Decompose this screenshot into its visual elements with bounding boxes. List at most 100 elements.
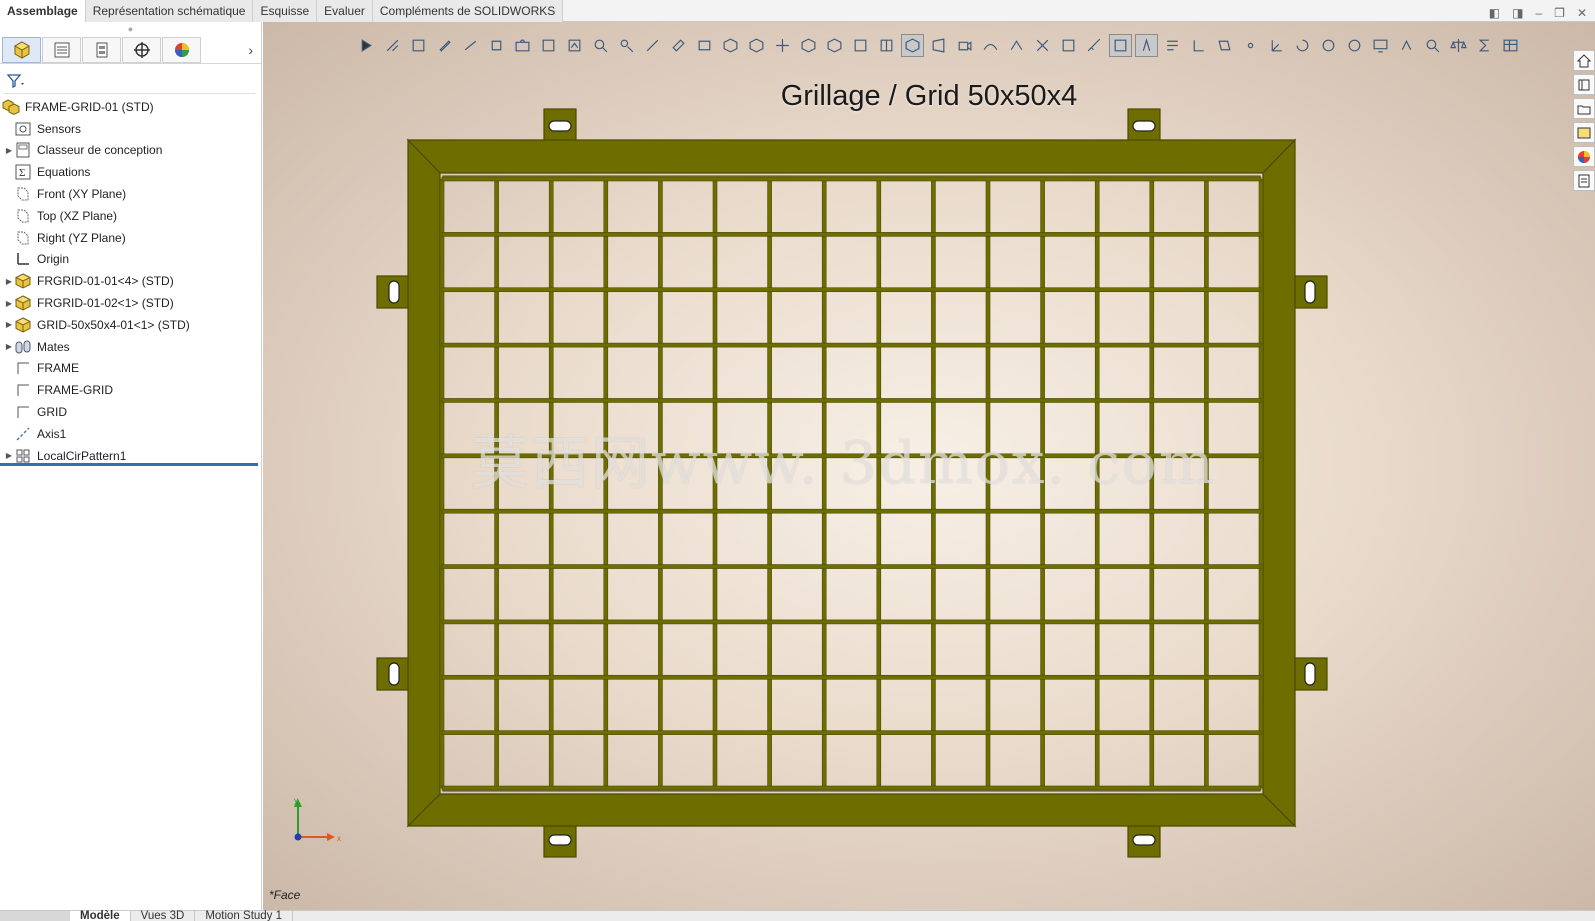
grid-bar-horizontal[interactable] [441, 674, 1262, 680]
tree-item-mates[interactable]: ▶ Mates [0, 336, 261, 358]
triad-x-label: x [337, 834, 341, 843]
grid-bar-vertical[interactable] [1258, 178, 1264, 789]
file-explorer-icon[interactable] [1573, 98, 1595, 119]
rollback-bar[interactable] [0, 463, 258, 466]
tree-filter[interactable] [4, 68, 255, 94]
tree-root-assembly[interactable]: FRAME-GRID-01 (STD) [0, 96, 261, 118]
close-icon[interactable]: ✕ [1577, 6, 1587, 20]
configuration-manager-tab[interactable] [82, 36, 121, 63]
tree-item-frame-grid[interactable]: FRAME-GRID [0, 379, 261, 401]
grid-bar-horizontal[interactable] [441, 508, 1262, 514]
slot-hole[interactable] [388, 280, 400, 304]
tree-item-label: FRAME [37, 361, 79, 376]
tab-assemblage[interactable]: Assemblage [0, 0, 86, 22]
tab-scroll-arrows[interactable] [0, 911, 70, 921]
grid-bar-horizontal[interactable] [441, 398, 1262, 403]
tree-item-front-xy-plane[interactable]: Front (XY Plane) [0, 183, 261, 205]
tree-item-label: Front (XY Plane) [37, 187, 127, 202]
tree-item-origin[interactable]: Origin [0, 249, 261, 271]
tree-item-equations[interactable]: Σ Equations [0, 161, 261, 183]
slot-hole[interactable] [1304, 662, 1316, 686]
chevron-right-icon[interactable]: › [248, 42, 253, 58]
tab-vues-3d[interactable]: Vues 3D [131, 910, 196, 921]
display-manager-tab[interactable] [162, 36, 201, 63]
tab-esquisse[interactable]: Esquisse [253, 0, 318, 22]
grid-bar-horizontal[interactable] [441, 287, 1262, 293]
tree-item-label: Mates [37, 339, 70, 354]
frame-member-bottom[interactable] [406, 793, 1297, 827]
expand-arrow-icon[interactable]: ▶ [4, 299, 14, 308]
graphics-area[interactable]: Grillage / Grid 50x50x4 莫西网www. 3dmox. c… [263, 22, 1595, 910]
tree-item-classeur-de-conception[interactable]: ▶ Classeur de conception [0, 140, 261, 162]
tree-item-frame[interactable]: FRAME [0, 358, 261, 380]
dimxpert-tab[interactable] [122, 36, 161, 63]
part-icon [14, 316, 32, 334]
view-palette-icon[interactable] [1573, 122, 1595, 143]
property-manager-tab[interactable] [42, 36, 81, 63]
tree-item-sensors[interactable]: Sensors [0, 118, 261, 140]
tree-item-frgrid-01-02-1-std[interactable]: ▶ FRGRID-01-02<1> (STD) [0, 292, 261, 314]
tree-item-frgrid-01-01-4-std[interactable]: ▶ FRGRID-01-01<4> (STD) [0, 270, 261, 292]
tab-evaluer[interactable]: Evaluer [317, 0, 373, 22]
slot-hole[interactable] [1304, 280, 1316, 304]
tree-item-label: Equations [37, 165, 91, 180]
tree-item-right-yz-plane[interactable]: Right (YZ Plane) [0, 227, 261, 249]
expand-arrow-icon[interactable]: ▶ [4, 320, 14, 329]
design-binder-icon [14, 141, 32, 159]
tree-item-label: LocalCirPattern1 [37, 448, 127, 463]
sensors-icon [14, 120, 32, 138]
grid-bar-vertical[interactable] [439, 178, 445, 789]
grid-bar-horizontal[interactable] [441, 619, 1262, 625]
slot-hole[interactable] [548, 834, 572, 846]
tree-item-label: GRID-50x50x4-01<1> (STD) [37, 317, 190, 332]
slot-hole[interactable] [1132, 120, 1156, 132]
feature-manager-tab[interactable] [2, 36, 41, 63]
frame-member-left[interactable] [407, 138, 441, 828]
origin-icon [14, 250, 32, 268]
grid-bar-horizontal[interactable] [441, 730, 1262, 735]
tab-modele[interactable]: Modèle [70, 910, 131, 921]
restore-icon[interactable]: ❐ [1554, 6, 1565, 20]
panel-tabs: › [0, 36, 261, 64]
slot-hole[interactable] [548, 120, 572, 132]
sketch-icon [14, 381, 32, 399]
tree-item-label: Sensors [37, 121, 82, 136]
plane-icon [14, 229, 32, 247]
tab-motion-study-1[interactable]: Motion Study 1 [195, 910, 294, 921]
frame-member-right[interactable] [1262, 138, 1296, 828]
expand-arrow-icon[interactable]: ▶ [4, 342, 14, 351]
expand-arrow-icon[interactable]: ▶ [4, 146, 14, 155]
appearances-icon[interactable] [1573, 146, 1595, 167]
expand-arrow-icon[interactable]: ▶ [4, 277, 14, 286]
tree-item-axis1[interactable]: Axis1 [0, 423, 261, 445]
grid-bar-horizontal[interactable] [441, 564, 1262, 569]
tile-right-icon[interactable]: ◨ [1512, 6, 1523, 20]
frame-member-top[interactable] [406, 139, 1297, 174]
svg-text:Σ: Σ [19, 167, 25, 179]
mates-icon [14, 338, 32, 356]
design-library-icon[interactable] [1573, 74, 1595, 95]
slot-hole[interactable] [1132, 834, 1156, 846]
tab-representation-schematique[interactable]: Représentation schématique [85, 0, 254, 22]
tree-item-grid-50x50x4-01-1-std[interactable]: ▶ GRID-50x50x4-01<1> (STD) [0, 314, 261, 336]
filter-icon[interactable] [7, 73, 25, 88]
pattern-icon [14, 447, 32, 465]
task-pane-tabs [1573, 50, 1595, 191]
grid-bar-horizontal[interactable] [441, 232, 1262, 237]
tree-item-label: Classeur de conception [37, 143, 163, 158]
tree-item-top-xz-plane[interactable]: Top (XZ Plane) [0, 205, 261, 227]
minimize-icon[interactable]: – [1535, 6, 1542, 20]
custom-properties-icon[interactable] [1573, 170, 1595, 191]
tile-left-icon[interactable]: ◧ [1489, 6, 1500, 20]
window-controls: ◧ ◨ – ❐ ✕ [1489, 6, 1587, 20]
tree-item-grid[interactable]: GRID [0, 401, 261, 423]
home-icon[interactable] [1573, 50, 1595, 71]
panel-grip-icon[interactable]: ● [0, 22, 261, 36]
tab-complements-solidworks[interactable]: Compléments de SOLIDWORKS [372, 0, 564, 22]
grid-bar-horizontal[interactable] [441, 176, 1262, 182]
grid-bar-horizontal[interactable] [441, 785, 1262, 791]
expand-arrow-icon[interactable]: ▶ [4, 451, 14, 460]
grid-bar-horizontal[interactable] [441, 342, 1262, 348]
slot-hole[interactable] [388, 662, 400, 686]
tree-item-label: FRGRID-01-01<4> (STD) [37, 274, 174, 289]
